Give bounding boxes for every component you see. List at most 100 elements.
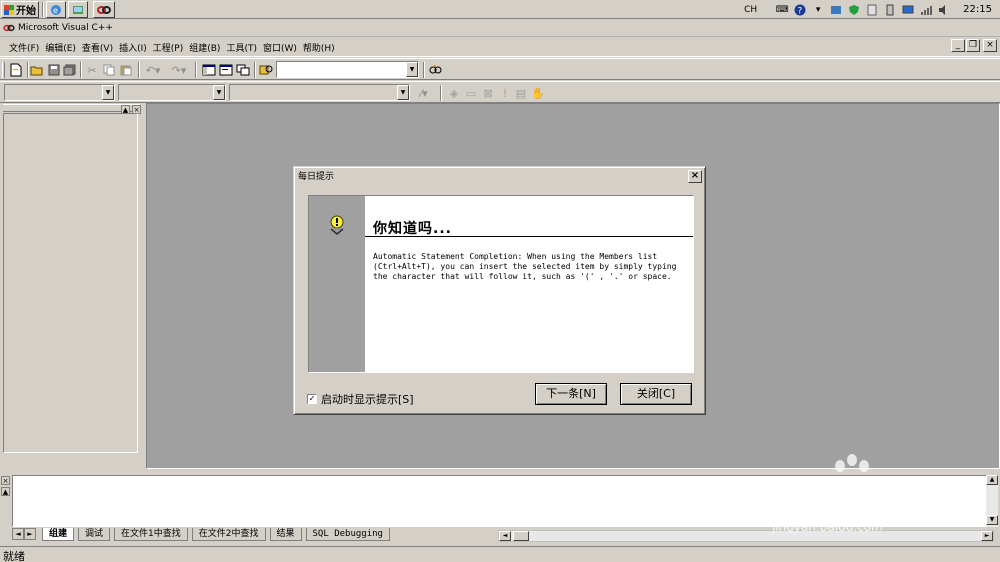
menu-help[interactable]: 帮助(H) xyxy=(300,41,338,54)
compile-icon[interactable]: ◈ xyxy=(446,85,462,101)
close-button[interactable]: 关闭[C] xyxy=(620,383,692,405)
scroll-thumb[interactable] xyxy=(513,531,529,541)
open-folder-icon[interactable] xyxy=(29,62,45,78)
mdi-minimize-button[interactable]: _ xyxy=(951,39,965,52)
class-combo[interactable]: ▼ xyxy=(4,84,115,101)
toolbar-separator xyxy=(440,85,442,101)
tab-find-in-files-2[interactable]: 在文件2中查找 xyxy=(191,528,266,541)
build-icon[interactable]: ▭ xyxy=(463,85,479,101)
toolbar-separator xyxy=(423,62,425,78)
paste-icon[interactable] xyxy=(118,62,134,78)
tab-scroll-right-icon[interactable]: ► xyxy=(24,528,36,540)
cut-icon[interactable]: ✂ xyxy=(84,62,100,78)
filter-combo[interactable]: ▼ xyxy=(118,84,226,101)
vc-taskbar-button[interactable] xyxy=(93,1,115,18)
undo-icon[interactable]: ↶▾ xyxy=(142,62,164,78)
keyboard-icon[interactable]: ⌨ xyxy=(775,3,789,16)
go-icon[interactable]: ▤ xyxy=(513,85,529,101)
startup-checkbox-label[interactable]: 启动时显示提示[S] xyxy=(321,391,414,407)
signal-icon[interactable] xyxy=(919,3,933,16)
tip-divider xyxy=(365,236,693,237)
ime-indicator[interactable]: CH xyxy=(744,5,757,15)
chevron-down-icon[interactable]: ▼ xyxy=(102,85,114,100)
execute-icon[interactable]: ! xyxy=(497,85,513,101)
volume-icon[interactable] xyxy=(937,3,951,16)
chevron-down-icon[interactable]: ▼ xyxy=(406,62,418,77)
stop-build-icon[interactable]: ⊠ xyxy=(480,85,496,101)
show-tips-at-startup[interactable]: ✓ 启动时显示提示[S] xyxy=(307,391,414,407)
menu-tools[interactable]: 工具(T) xyxy=(223,41,260,54)
start-button[interactable]: 开始 xyxy=(1,1,39,18)
monitor-icon[interactable] xyxy=(901,3,915,16)
tab-sql-debugging[interactable]: SQL Debugging xyxy=(305,528,390,541)
chevron-down-icon[interactable]: ▼ xyxy=(397,85,409,100)
workspace-header[interactable]: ▲ × xyxy=(3,104,141,114)
find-in-files-icon[interactable] xyxy=(258,62,274,78)
menu-project[interactable]: 工程(P) xyxy=(150,41,186,54)
new-file-icon[interactable] xyxy=(8,62,24,78)
help-icon[interactable]: ? xyxy=(793,3,807,16)
scroll-up-icon[interactable]: ▲ xyxy=(986,475,998,485)
dialog-title: 每日提示 xyxy=(297,170,702,185)
mdi-restore-button[interactable]: ❐ xyxy=(966,39,980,52)
next-tip-button[interactable]: 下一条[N] xyxy=(535,383,607,405)
toolbar-separator xyxy=(195,62,197,78)
output-vertical-scrollbar[interactable]: ▲ ▼ xyxy=(986,475,998,527)
find-combo[interactable]: ▼ xyxy=(276,61,419,78)
options-icon[interactable]: ▾ xyxy=(811,3,825,16)
clock[interactable]: 22:15 xyxy=(953,4,1000,15)
dialog-close-icon[interactable]: × xyxy=(688,170,702,183)
status-text: 就绪 xyxy=(3,550,25,562)
tip-of-the-day-dialog: 每日提示 × 你知道吗... Automatic Statement Compl… xyxy=(293,166,706,415)
taskbar: 开始 e CH ⌨ ? ▾ 22:15 xyxy=(0,0,1000,19)
standard-toolbar: ✂ ↶▾ ↷▾ ▼ xyxy=(0,58,1000,80)
ie-quicklaunch-icon[interactable]: e xyxy=(46,1,66,18)
chevron-down-icon[interactable]: ▼ xyxy=(213,85,225,100)
copy-icon[interactable] xyxy=(101,62,117,78)
save-all-icon[interactable] xyxy=(62,62,78,78)
workspace-toggle-icon[interactable] xyxy=(201,62,217,78)
menu-insert[interactable]: 插入(I) xyxy=(116,41,150,54)
scroll-left-icon[interactable]: ◄ xyxy=(499,531,511,541)
tab-results[interactable]: 结果 xyxy=(269,528,302,541)
menu-build[interactable]: 组建(B) xyxy=(186,41,223,54)
tab-scroll-left-icon[interactable]: ◄ xyxy=(12,528,24,540)
toolbar-grip[interactable] xyxy=(2,62,5,78)
device-icon[interactable] xyxy=(883,3,897,16)
network-icon[interactable] xyxy=(829,3,843,16)
scroll-right-icon[interactable]: ► xyxy=(981,531,993,541)
menu-window[interactable]: 窗口(W) xyxy=(260,41,300,54)
tab-find-in-files-1[interactable]: 在文件1中查找 xyxy=(114,528,188,541)
start-label: 开始 xyxy=(16,6,36,17)
security-icon[interactable] xyxy=(865,3,879,16)
find-icon[interactable] xyxy=(427,62,443,78)
toolbar-separator xyxy=(254,62,256,78)
mdi-close-button[interactable]: × xyxy=(983,39,997,52)
window-list-icon[interactable] xyxy=(235,62,251,78)
system-tray: CH ⌨ ? ▾ 22:15 xyxy=(744,1,1000,18)
close-pane-icon[interactable]: × xyxy=(1,476,10,485)
menu-bar: 文件(F) 编辑(E) 查看(V) 插入(I) 工程(P) 组建(B) 工具(T… xyxy=(0,38,1000,57)
redo-icon[interactable]: ↷▾ xyxy=(168,62,190,78)
save-icon[interactable] xyxy=(46,62,62,78)
startup-checkbox[interactable]: ✓ xyxy=(307,394,317,404)
show-desktop-icon[interactable] xyxy=(68,1,88,18)
workspace-view[interactable] xyxy=(3,113,138,453)
tab-build[interactable]: 组建 xyxy=(42,528,75,541)
wizard-actions-icon[interactable]: ⁄▾ xyxy=(412,85,436,101)
maximize-pane-icon[interactable]: ▲ xyxy=(1,487,10,496)
scroll-down-icon[interactable]: ▼ xyxy=(986,515,998,525)
tip-panel: 你知道吗... Automatic Statement Completion: … xyxy=(308,195,694,373)
toolbar-separator xyxy=(80,62,82,78)
menu-file[interactable]: 文件(F) xyxy=(6,41,42,54)
output-toggle-icon[interactable] xyxy=(218,62,234,78)
output-grip[interactable]: × ▲ xyxy=(1,474,11,534)
window-title: Microsoft Visual C++ xyxy=(18,23,113,33)
breakpoint-icon[interactable]: ✋ xyxy=(530,85,546,101)
menu-view[interactable]: 查看(V) xyxy=(79,41,116,54)
members-combo[interactable]: ▼ xyxy=(229,84,410,101)
tab-debug[interactable]: 调试 xyxy=(78,528,111,541)
tip-sidebar xyxy=(309,196,365,372)
shield-icon[interactable] xyxy=(847,3,861,16)
menu-edit[interactable]: 编辑(E) xyxy=(42,41,79,54)
